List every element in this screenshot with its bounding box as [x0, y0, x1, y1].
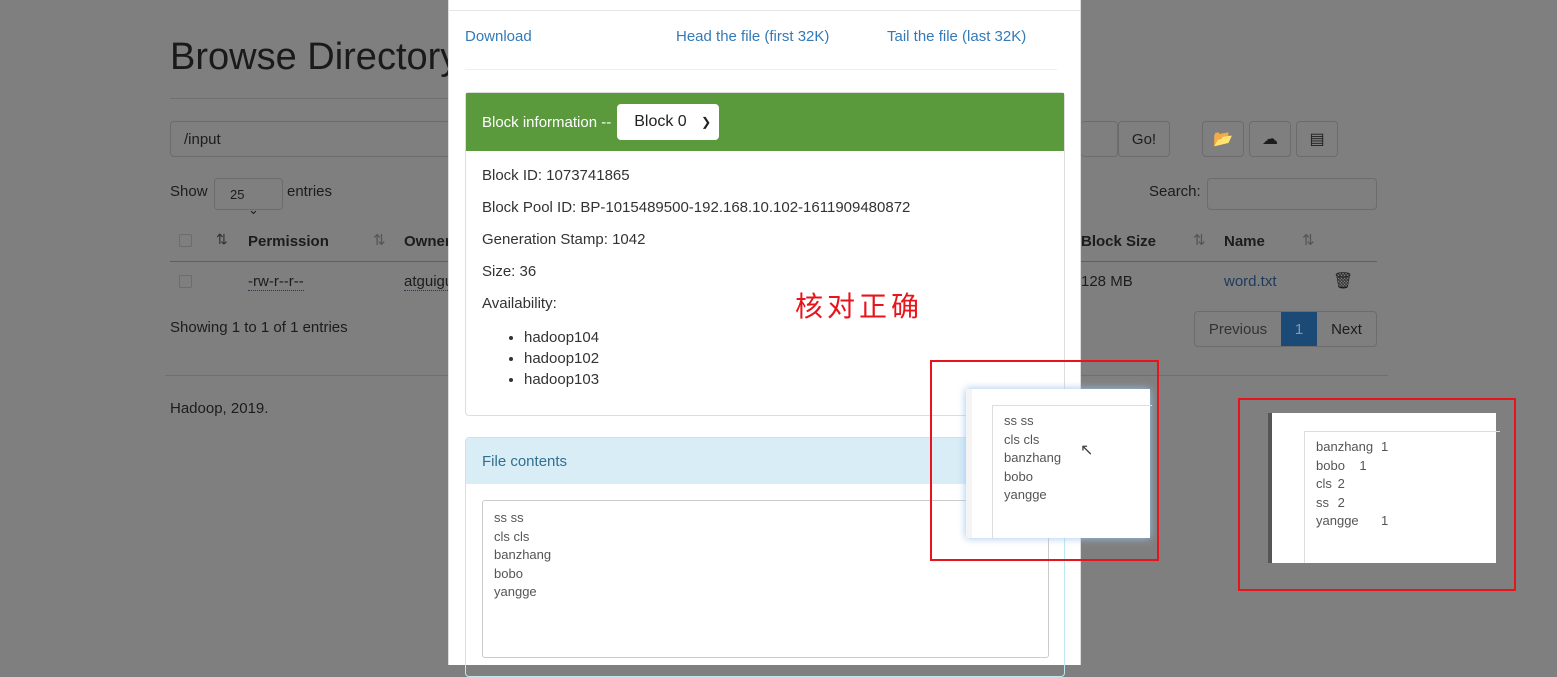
- previous-button[interactable]: Previous: [1195, 312, 1281, 346]
- output-snippet: banzhang 1 bobo 1 cls 2 ss 2 yangge 1: [1268, 413, 1500, 563]
- tail-file-link[interactable]: Tail the file (last 32K): [887, 28, 1026, 45]
- head-file-link[interactable]: Head the file (first 32K): [676, 28, 829, 45]
- chevron-down-icon: ❯: [701, 115, 712, 129]
- row-checkbox[interactable]: [179, 275, 192, 288]
- trash-icon[interactable]: 🗑: [1333, 271, 1353, 291]
- input-snippet-text: ss ss cls cls banzhang bobo yangge: [1004, 413, 1062, 502]
- annotation-text: 核对正确: [795, 290, 924, 323]
- page-title: Browse Directory: [170, 36, 460, 78]
- search-input[interactable]: [1207, 178, 1377, 210]
- path-input-end[interactable]: [1081, 121, 1118, 157]
- page-size-value: 25: [230, 187, 245, 202]
- footer-text: Hadoop, 2019.: [170, 400, 269, 417]
- sort-icon[interactable]: ⇅: [373, 231, 386, 249]
- go-button[interactable]: Go!: [1118, 121, 1170, 157]
- divider: [165, 375, 448, 376]
- entries-label: entries: [287, 183, 333, 200]
- divider: [170, 98, 450, 99]
- page-size-select[interactable]: 25 ⌄: [214, 178, 283, 217]
- file-info-modal: Download Head the file (first 32K) Tail …: [448, 0, 1081, 677]
- availability-label: Availability:: [482, 295, 557, 312]
- column-owner[interactable]: Owner: [404, 233, 451, 250]
- column-block-size[interactable]: Block Size: [1081, 233, 1156, 250]
- block-info-header: Block information -- Block 0 ❯: [466, 93, 1064, 151]
- block-select[interactable]: Block 0 ❯: [617, 104, 720, 140]
- output-snippet-text: banzhang 1 bobo 1 cls 2 ss 2 yangge 1: [1316, 439, 1389, 528]
- divider: [449, 10, 1080, 11]
- sort-icon[interactable]: ⇅: [216, 231, 228, 248]
- column-name[interactable]: Name: [1224, 233, 1265, 250]
- next-button[interactable]: Next: [1317, 312, 1376, 346]
- block-id: Block ID: 1073741865: [482, 167, 630, 184]
- column-permission[interactable]: Permission: [248, 233, 329, 250]
- block-info-label: Block information --: [482, 113, 612, 131]
- block-pool-id: Block Pool ID: BP-1015489500-192.168.10.…: [482, 199, 911, 216]
- divider: [1081, 261, 1377, 262]
- download-link[interactable]: Download: [465, 28, 532, 45]
- showing-info: Showing 1 to 1 of 1 entries: [170, 319, 348, 336]
- search-label: Search:: [1149, 183, 1201, 200]
- cloud-upload-icon[interactable]: ☁: [1249, 121, 1291, 157]
- sort-icon[interactable]: ⇅: [1302, 231, 1315, 249]
- divider: [465, 69, 1057, 70]
- list-icon[interactable]: ▤: [1296, 121, 1338, 157]
- path-input[interactable]: /input: [170, 121, 450, 157]
- file-name-link[interactable]: word.txt: [1224, 273, 1277, 290]
- owner-value[interactable]: atguigu: [404, 273, 448, 291]
- path-value: /input: [184, 131, 221, 148]
- block-size-value: 128 MB: [1081, 273, 1133, 290]
- input-snippet: ss ss cls cls banzhang bobo yangge ↖: [966, 389, 1152, 538]
- sort-icon[interactable]: ⇅: [1193, 231, 1206, 249]
- divider: [170, 261, 448, 262]
- mouse-cursor-icon: ↖: [1080, 442, 1094, 459]
- node-item: hadoop104: [524, 327, 1048, 348]
- chevron-down-icon: ⌄: [248, 202, 259, 217]
- block-select-value: Block 0: [634, 113, 687, 130]
- generation-stamp: Generation Stamp: 1042: [482, 231, 646, 248]
- select-all-checkbox[interactable]: [179, 234, 192, 247]
- pagination: Previous 1 Next: [1194, 311, 1377, 347]
- page-1-button[interactable]: 1: [1281, 312, 1317, 346]
- block-size: Size: 36: [482, 263, 537, 280]
- folder-open-icon[interactable]: 📂: [1202, 121, 1244, 157]
- show-label: Show: [170, 183, 208, 200]
- permission-value[interactable]: -rw-r--r--: [248, 273, 304, 291]
